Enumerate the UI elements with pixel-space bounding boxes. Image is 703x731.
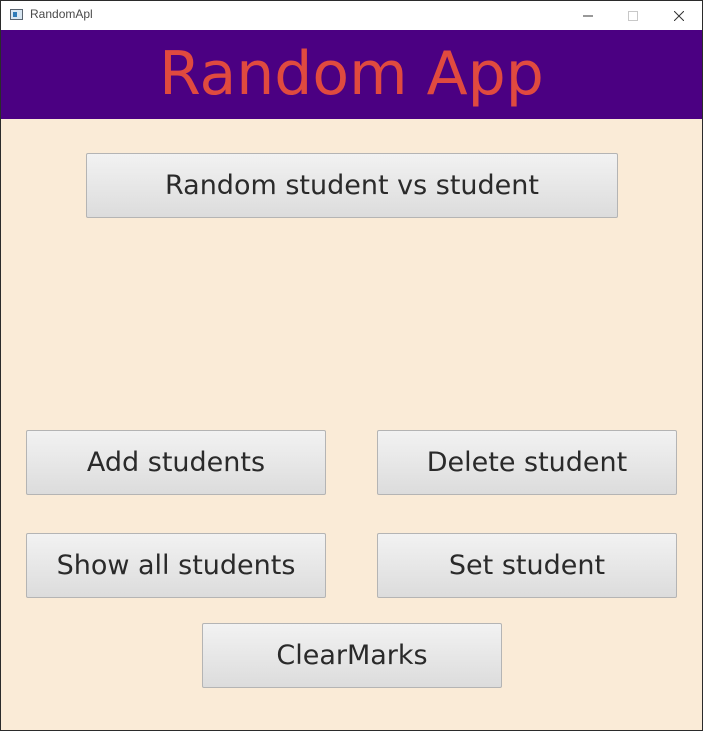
app-title: Random App — [159, 39, 544, 109]
clear-marks-button[interactable]: ClearMarks — [202, 623, 502, 688]
maximize-button[interactable] — [610, 1, 656, 30]
delete-student-button[interactable]: Delete student — [377, 430, 677, 495]
show-all-students-button[interactable]: Show all students — [26, 533, 326, 598]
close-button[interactable] — [656, 1, 702, 30]
maximize-icon — [628, 10, 638, 21]
app-header: Random App — [1, 30, 702, 119]
minimize-button[interactable] — [565, 1, 611, 30]
random-student-vs-student-button[interactable]: Random student vs student — [86, 153, 618, 218]
minimize-icon — [583, 15, 593, 16]
close-icon — [674, 10, 684, 21]
app-window: RandomApl Random App Random student vs s… — [0, 0, 703, 731]
set-student-button[interactable]: Set student — [377, 533, 677, 598]
window-title: RandomApl — [30, 7, 93, 21]
title-bar[interactable]: RandomApl — [1, 1, 702, 30]
add-students-button[interactable]: Add students — [26, 430, 326, 495]
app-window-icon — [10, 9, 23, 20]
